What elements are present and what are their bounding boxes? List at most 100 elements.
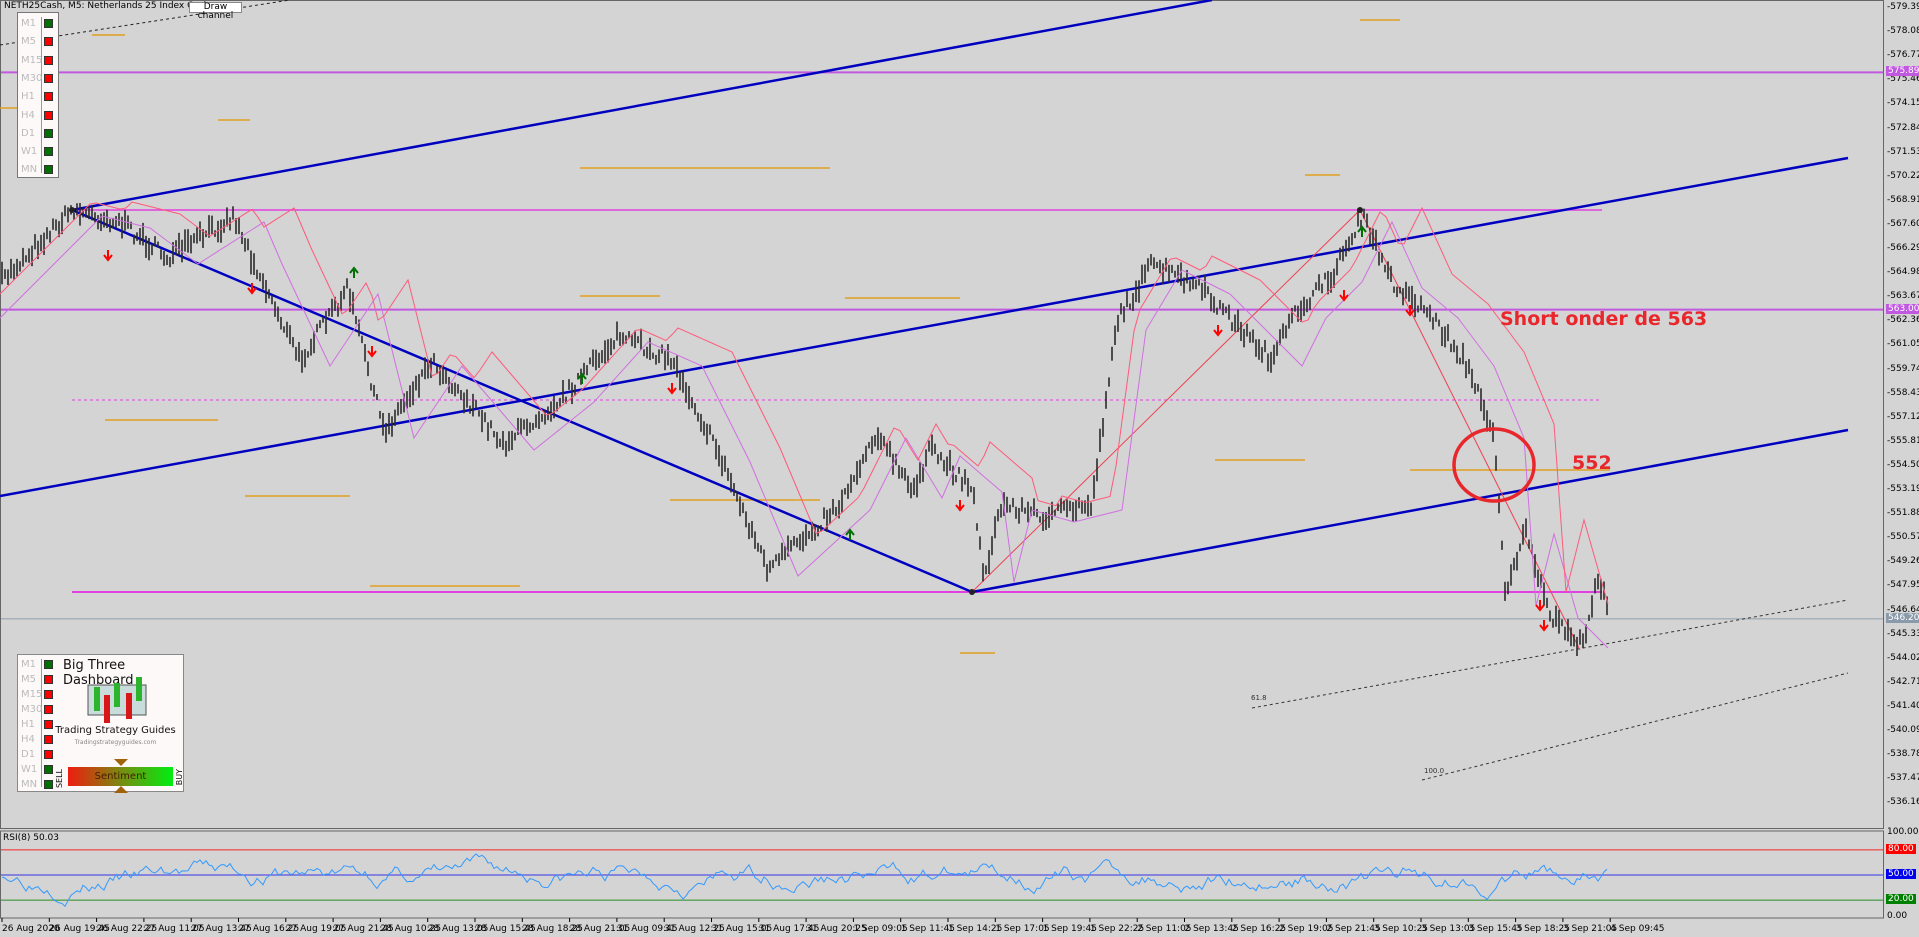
sell-arrow-icon — [955, 500, 965, 512]
timeframe-row-d1: D1 — [18, 125, 60, 143]
time-tick-label: 1 Sep 14:25 — [948, 924, 1003, 934]
price-tick-label: -536.16 — [1887, 797, 1919, 808]
highlight-circle — [1452, 427, 1536, 503]
trend-status-indicator — [44, 750, 53, 759]
timeframe-label: W1 — [21, 146, 38, 158]
price-tick-label: -545.33 — [1887, 628, 1919, 639]
anchor-point — [969, 589, 975, 595]
price-tick-label: -558.43 — [1887, 387, 1919, 398]
time-tick-label: 3 Sep 15:45 — [1468, 924, 1523, 934]
time-tick-label: 2 Sep 21:45 — [1326, 924, 1381, 934]
sell-arrow-icon — [1539, 620, 1549, 632]
timeframe-label: M1 — [21, 659, 36, 670]
draw-channel-button[interactable]: Draw channel — [189, 2, 242, 21]
price-tick-label: -541.40 — [1887, 701, 1919, 712]
level-annotation: 552 — [1572, 452, 1612, 474]
trend-status-indicator — [44, 128, 53, 138]
price-tick-label: -571.53 — [1887, 146, 1919, 157]
buy-arrow-icon — [349, 266, 359, 278]
price-tick-label: -551.88 — [1887, 508, 1919, 519]
timeframe-label: D1 — [21, 127, 36, 139]
rsi-line — [1, 853, 1608, 908]
trailing-stop-line — [0, 201, 1609, 605]
trend-status-indicator — [44, 147, 53, 157]
price-tick-label: -542.71 — [1887, 676, 1919, 687]
price-tick-label: -566.29 — [1887, 243, 1919, 254]
timeframe-label: M5 — [21, 674, 36, 685]
sell-arrow-icon — [1405, 305, 1415, 317]
price-tick-label: -563.67 — [1887, 291, 1919, 302]
price-tick-label: -568.91 — [1887, 194, 1919, 205]
buy-arrow-icon — [577, 372, 587, 384]
dashboard-timeframe-row-m1: M1 — [18, 657, 60, 673]
price-tick-label: -562.36 — [1887, 315, 1919, 326]
price-level-tag: 575.89 — [1886, 66, 1919, 77]
trend-status-indicator — [44, 675, 53, 684]
trend-status-indicator — [44, 165, 53, 175]
dashboard-timeframe-row-m30: M30 — [18, 702, 60, 718]
timeframe-label: H4 — [21, 734, 35, 745]
trend-status-indicator — [44, 705, 53, 714]
decline-trendline — [1359, 209, 1581, 651]
fib-100-line — [1421, 672, 1849, 781]
price-chart-canvas[interactable] — [0, 0, 1919, 937]
timeframe-label: H1 — [21, 719, 35, 730]
price-tick-label: -574.15 — [1887, 98, 1919, 109]
time-tick-label: 3 Sep 21:05 — [1562, 924, 1618, 934]
anchor-point — [1357, 207, 1363, 213]
trend-status-indicator — [44, 73, 53, 83]
dashboard-brand: Trading Strategy Guides — [55, 725, 176, 736]
price-tick-label: -544.02 — [1887, 652, 1919, 663]
timeframe-label: W1 — [21, 764, 38, 775]
sell-arrow-icon — [367, 346, 377, 358]
timeframe-row-h4: H4 — [18, 107, 60, 125]
trend-status-indicator — [44, 720, 53, 729]
candlestick-series — [1, 202, 1608, 657]
trend-status-indicator — [44, 110, 53, 120]
main-chart-frame — [0, 0, 1884, 829]
timeframe-row-mn: MN — [18, 161, 60, 179]
dashboard-timeframe-row-d1: D1 — [18, 747, 60, 763]
channel-lower-line — [971, 428, 1849, 594]
timeframe-label: M30 — [21, 72, 43, 84]
price-tick-label: -564.98 — [1887, 267, 1919, 278]
sentiment-bar: Sentiment — [68, 767, 173, 786]
price-level-tag: 563.00 — [1886, 303, 1919, 314]
price-level-tag: 546.20 — [1886, 612, 1919, 623]
price-tick-label: -579.39 — [1887, 2, 1919, 12]
timeframe-label: M15 — [21, 689, 43, 700]
timeframe-row-m30: M30 — [18, 70, 60, 88]
price-tick-label: -547.95 — [1887, 580, 1919, 591]
dashboard-timeframe-row-mn: MN — [18, 777, 60, 793]
time-tick-label: 3 Sep 13:05 — [1421, 924, 1476, 934]
time-tick-label: 1 Sep 22:25 — [1089, 924, 1145, 934]
chart-title: NETH25Cash, M5: Netherlands 25 Index Cas… — [4, 1, 210, 11]
trend-status-indicator — [44, 19, 53, 28]
time-tick-label: 4 Sep 09:45 — [1610, 924, 1665, 934]
channel-upper-line — [71, 0, 1213, 212]
price-tick-label: -578.08 — [1887, 26, 1919, 37]
trend-status-indicator — [44, 780, 53, 789]
timeframe-label: M5 — [21, 36, 36, 48]
timeframe-label: M30 — [21, 704, 43, 715]
buy-label: BUY — [175, 769, 184, 786]
time-tick-label: 2 Sep 19:05 — [1279, 924, 1334, 934]
dashboard-timeframe-row-m5: M5 — [18, 672, 60, 688]
trend-status-indicator — [44, 765, 53, 774]
price-tick-label: -549.26 — [1887, 556, 1919, 567]
price-tick-label: -576.77 — [1887, 50, 1919, 61]
timeframe-row-m5: M5 — [18, 33, 60, 51]
timeframe-label: H4 — [21, 109, 35, 121]
price-tick-label: -557.12 — [1887, 411, 1919, 422]
timeframe-row-m1: M1 — [18, 15, 60, 33]
trend-status-indicator — [44, 55, 53, 65]
time-tick-label: 3 Sep 10:25 — [1373, 924, 1429, 934]
sell-arrow-icon — [1339, 290, 1349, 302]
time-tick-label: 1 Sep 09:05 — [853, 924, 908, 934]
time-tick-label: 1 Sep 11:45 — [900, 924, 956, 934]
sell-arrow-icon — [667, 383, 677, 395]
time-tick-label: 3 Sep 18:25 — [1515, 924, 1570, 934]
time-tick-label: 1 Sep 19:45 — [1042, 924, 1097, 934]
timeframe-label: MN — [21, 779, 38, 790]
price-tick-label: -572.84 — [1887, 122, 1919, 133]
